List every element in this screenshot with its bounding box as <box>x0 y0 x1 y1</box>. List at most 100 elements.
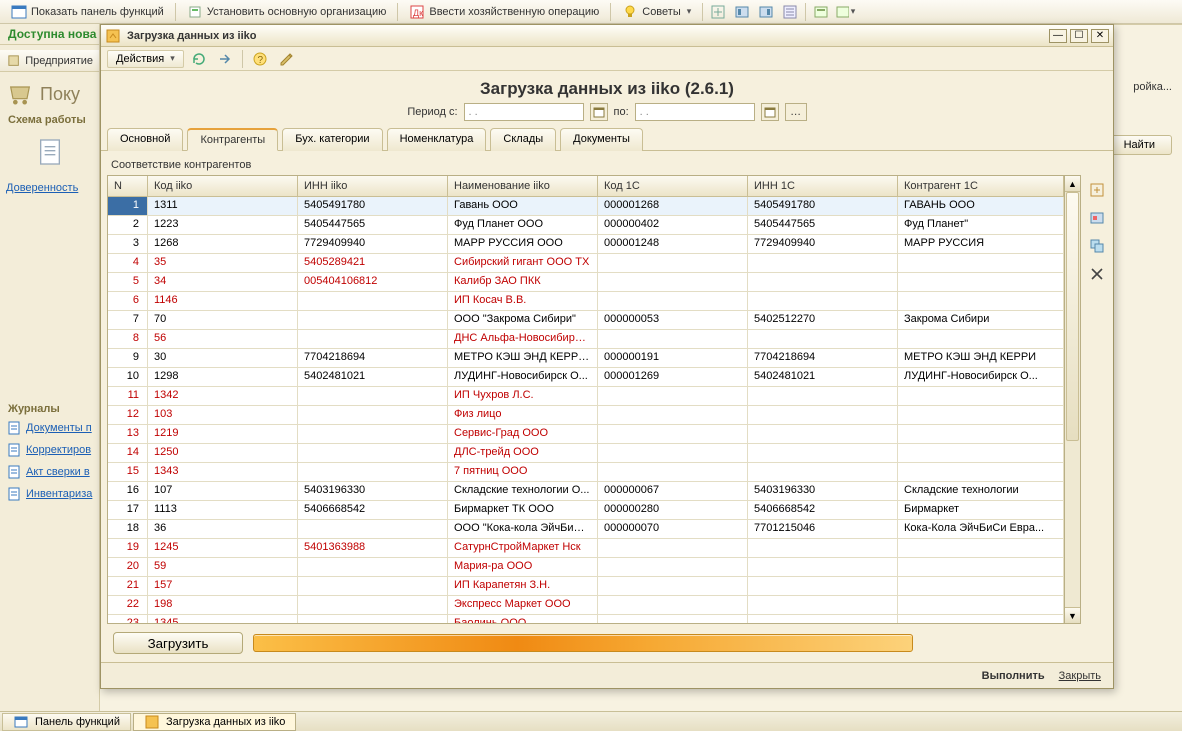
table-row[interactable]: 212235405447565Фуд Планет ООО00000040254… <box>108 216 1064 235</box>
table-row[interactable]: 231345Баолинь ООО <box>108 615 1064 623</box>
enterprise-toolbar-item[interactable]: Предприятие <box>0 50 99 72</box>
table-row[interactable]: 131219Сервис-Град ООО <box>108 425 1064 444</box>
calendar-to-button[interactable] <box>761 103 779 121</box>
cell-inn-1c: 7729409940 <box>748 235 898 253</box>
journal-link[interactable]: Акт сверки в <box>0 461 99 483</box>
col-header-code-1c[interactable]: Код 1С <box>598 176 748 196</box>
set-main-org-button[interactable]: Установить основную организацию <box>180 1 394 23</box>
cell-n: 13 <box>108 425 148 443</box>
toolbar-icon-5[interactable] <box>810 2 832 22</box>
vertical-scrollbar[interactable]: ▲ ▼ <box>1065 175 1081 624</box>
table-row[interactable]: 1912455401363988СатурнСтройМаркет Нск <box>108 539 1064 558</box>
table-row[interactable]: 2059Мария-ра ООО <box>108 558 1064 577</box>
table-row[interactable]: 1711135406668542Бирмаркет ТК ООО00000028… <box>108 501 1064 520</box>
cell-code-iiko: 1245 <box>148 539 298 557</box>
toolbar-icon-6[interactable]: ▾ <box>834 2 856 22</box>
cell-code-1c <box>598 292 748 310</box>
table-row[interactable]: 61146ИП Косач В.В. <box>108 292 1064 311</box>
table-row[interactable]: 312687729409940МАРР РУССИЯ ООО0000012487… <box>108 235 1064 254</box>
table-row[interactable]: 1836ООО "Кока-кола ЭйчБиСи...00000007077… <box>108 520 1064 539</box>
toolbar-icon-3[interactable] <box>755 2 777 22</box>
refresh-icon-button[interactable] <box>188 49 210 69</box>
table-row[interactable]: 21157ИП Карапетян З.Н. <box>108 577 1064 596</box>
journal-link[interactable]: Инвентариза <box>0 483 99 505</box>
cell-counterparty-1c <box>898 539 1064 557</box>
col-header-inn-iiko[interactable]: ИНН iiko <box>298 176 448 196</box>
date-from-input[interactable]: . . <box>464 103 584 121</box>
task-iiko-dialog[interactable]: Загрузка данных из iiko <box>133 713 296 731</box>
table-row[interactable]: 111342ИП Чухров Л.С. <box>108 387 1064 406</box>
table-row[interactable]: 1012985402481021ЛУДИНГ-Новосибирск О...0… <box>108 368 1064 387</box>
calendar-from-button[interactable] <box>590 103 608 121</box>
table-row[interactable]: 141250ДЛС-трейд ООО <box>108 444 1064 463</box>
settings-icon-button[interactable] <box>275 49 297 69</box>
close-button[interactable]: ✕ <box>1091 29 1109 43</box>
col-header-n[interactable]: N <box>108 176 148 196</box>
cell-counterparty-1c <box>898 463 1064 481</box>
maximize-button[interactable]: ☐ <box>1070 29 1088 43</box>
col-header-code-iiko[interactable]: Код iiko <box>148 176 298 196</box>
operation-icon: Дк <box>409 4 425 20</box>
table-row[interactable]: 534005404106812Калибр ЗАО ПКК <box>108 273 1064 292</box>
tab-3[interactable]: Номенклатура <box>387 128 487 151</box>
update-banner: Доступна нова <box>0 23 99 45</box>
table-row[interactable]: 12103Физ лицо <box>108 406 1064 425</box>
table-row[interactable]: 856ДНС Альфа-Новосибирск... <box>108 330 1064 349</box>
cell-n: 1 <box>108 197 148 215</box>
document-icon <box>34 136 66 168</box>
toolbar-icon-2[interactable] <box>731 2 753 22</box>
side-action-2[interactable] <box>1088 209 1106 227</box>
col-header-counterparty-1c[interactable]: Контрагент 1С <box>898 176 1064 196</box>
table-row[interactable]: 113115405491780Гавань ООО000001268540549… <box>108 197 1064 216</box>
cell-name-iiko: ИП Косач В.В. <box>448 292 598 310</box>
minimize-button[interactable]: — <box>1049 29 1067 43</box>
table-row[interactable]: 161075403196330Складские технологии О...… <box>108 482 1064 501</box>
help-icon-button[interactable]: ? <box>249 49 271 69</box>
side-action-delete[interactable] <box>1088 265 1106 283</box>
scroll-track[interactable] <box>1065 192 1080 607</box>
actions-menu-button[interactable]: Действия ▾ <box>107 50 184 68</box>
titlebar[interactable]: Загрузка данных из iiko — ☐ ✕ <box>101 25 1113 47</box>
toolbar-icon-4[interactable] <box>779 2 801 22</box>
journals-header: Журналы <box>0 397 99 417</box>
enter-operation-button[interactable]: Дк Ввести хозяйственную операцию <box>402 1 606 23</box>
scroll-down-button[interactable]: ▼ <box>1065 607 1080 623</box>
col-header-inn-1c[interactable]: ИНН 1С <box>748 176 898 196</box>
tabs: ОсновнойКонтрагентыБух. категорииНоменкл… <box>101 127 1113 151</box>
cell-inn-iiko: 5402481021 <box>298 368 448 386</box>
cell-counterparty-1c: Закрома Сибири <box>898 311 1064 329</box>
tab-2[interactable]: Бух. категории <box>282 128 382 151</box>
scroll-thumb[interactable] <box>1066 192 1079 441</box>
table-row[interactable]: 9307704218694МЕТРО КЭШ ЭНД КЕРРИ...00000… <box>108 349 1064 368</box>
cell-inn-iiko <box>298 596 448 614</box>
tab-0[interactable]: Основной <box>107 128 183 151</box>
attorney-link[interactable]: Доверенность <box>0 179 99 197</box>
load-button[interactable]: Загрузить <box>113 632 243 654</box>
table-row[interactable]: 1513437 пятниц ООО <box>108 463 1064 482</box>
tab-5[interactable]: Документы <box>560 128 643 151</box>
grid-body[interactable]: 113115405491780Гавань ООО000001268540549… <box>108 197 1064 623</box>
go-icon-button[interactable] <box>214 49 236 69</box>
period-choose-button[interactable]: … <box>785 103 807 121</box>
close-link[interactable]: Закрыть <box>1059 670 1101 682</box>
show-function-panel-button[interactable]: Показать панель функций <box>4 1 171 23</box>
hints-button[interactable]: Советы ▾ <box>615 1 698 23</box>
col-header-name-iiko[interactable]: Наименование iiko <box>448 176 598 196</box>
find-button[interactable]: Найти <box>1107 135 1172 155</box>
journal-link[interactable]: Документы п <box>0 417 99 439</box>
tab-1[interactable]: Контрагенты <box>187 128 278 151</box>
side-action-1[interactable] <box>1088 181 1106 199</box>
scroll-up-button[interactable]: ▲ <box>1065 176 1080 192</box>
tab-4[interactable]: Склады <box>490 128 556 151</box>
execute-link[interactable]: Выполнить <box>982 670 1045 682</box>
table-row[interactable]: 4355405289421Сибирский гигант ООО ТХ <box>108 254 1064 273</box>
toolbar-icon-1[interactable] <box>707 2 729 22</box>
table-row[interactable]: 770ООО "Закрома Сибири"00000005354025122… <box>108 311 1064 330</box>
table-row[interactable]: 22198Экспресс Маркет ООО <box>108 596 1064 615</box>
side-action-3[interactable] <box>1088 237 1106 255</box>
doc-icon <box>6 442 22 458</box>
date-to-input[interactable]: . . <box>635 103 755 121</box>
journal-link[interactable]: Корректиров <box>0 439 99 461</box>
task-function-panel[interactable]: Панель функций <box>2 713 131 731</box>
cell-n: 9 <box>108 349 148 367</box>
